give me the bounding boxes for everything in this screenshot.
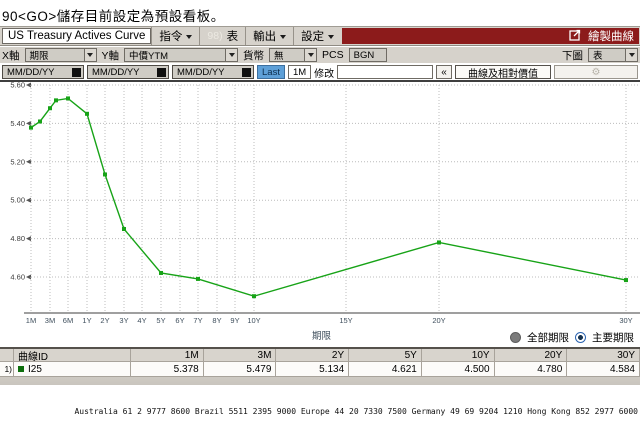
calendar-picker-icon[interactable] [72, 67, 81, 77]
chevron-down-icon [304, 49, 317, 61]
draw-curve-icon [569, 29, 581, 44]
main-toolbar: US Treasury Actives Curve 指令 98) 表 輸出 設定… [0, 26, 640, 46]
subchart-label: 下圖 [562, 49, 583, 62]
command-button[interactable]: 指令 [151, 27, 199, 45]
legend-label-major: 主要期限 [592, 332, 634, 344]
value-3m: 5.479 [203, 362, 277, 377]
svg-text:9Y: 9Y [230, 316, 239, 325]
bloomberg-footer: Australia 61 2 9777 8600 Brazil 5511 239… [50, 388, 638, 426]
table-header-20y: 20Y [494, 349, 568, 362]
last-button[interactable]: Last [257, 65, 285, 79]
pcs-field[interactable]: BGN [348, 48, 387, 62]
collapse-button[interactable]: « [436, 65, 452, 79]
tab-curve-relative-value[interactable]: 曲線及相對價值 [455, 65, 551, 80]
date-controls-row: MM/DD/YY MM/DD/YY MM/DD/YY Last 1M 修改 « … [0, 64, 640, 82]
table-button[interactable]: 98) 表 [199, 27, 245, 45]
svg-text:30Y: 30Y [619, 316, 632, 325]
svg-text:4.60: 4.60 [10, 273, 25, 282]
y-axis-label: Y軸 [101, 49, 120, 62]
gear-icon: ⚙ [591, 66, 601, 78]
pcs-label: PCS [322, 49, 344, 61]
value-20y: 4.780 [494, 362, 568, 377]
svg-text:6Y: 6Y [175, 316, 184, 325]
gear-button[interactable]: ⚙ [554, 65, 638, 79]
svg-text:4Y: 4Y [137, 316, 146, 325]
curve-id: I25 [28, 363, 42, 375]
svg-text:2Y: 2Y [100, 316, 109, 325]
svg-text:15Y: 15Y [339, 316, 352, 325]
date-input-3[interactable]: MM/DD/YY [172, 65, 254, 79]
table-header-curve-id: 曲線ID [14, 349, 131, 363]
footer-line-1: Australia 61 2 9777 8600 Brazil 5511 239… [74, 407, 638, 416]
svg-text:10Y: 10Y [247, 316, 260, 325]
chevron-down-icon [328, 34, 335, 39]
legend-label-all: 全部期限 [527, 332, 569, 344]
x-axis-label: X軸 [2, 49, 20, 62]
value-5y: 4.621 [349, 362, 422, 377]
chevron-down-icon [280, 34, 287, 39]
svg-text:1Y: 1Y [82, 316, 91, 325]
table-header-5y: 5Y [349, 349, 422, 362]
currency-label: 貨幣 [243, 49, 265, 62]
svg-text:20Y: 20Y [432, 316, 445, 325]
draw-curve-button[interactable]: 繪製曲線 [588, 28, 634, 44]
output-button[interactable]: 輸出 [245, 27, 293, 45]
subchart-select[interactable]: 表 [588, 48, 638, 62]
svg-text:5.20: 5.20 [10, 157, 25, 166]
svg-text:5.00: 5.00 [10, 196, 25, 205]
svg-text:4.80: 4.80 [10, 234, 25, 243]
currency-select[interactable]: 無 [269, 48, 318, 62]
value-30y: 4.584 [567, 362, 640, 377]
chevron-down-icon [186, 34, 193, 39]
curve-id-cell: I25 [14, 362, 131, 377]
row-number: 1) [0, 362, 14, 377]
date-input-1[interactable]: MM/DD/YY [2, 65, 84, 79]
value-1m: 5.378 [131, 362, 204, 377]
table-header-1m: 1M [131, 349, 204, 362]
date-input-2[interactable]: MM/DD/YY [87, 65, 169, 79]
table-header-row: 曲線ID 1M 3M 2Y 5Y 10Y 20Y 30Y [0, 349, 640, 363]
svg-text:1M: 1M [26, 316, 36, 325]
svg-text:5Y: 5Y [156, 316, 165, 325]
svg-text:3Y: 3Y [119, 316, 128, 325]
tenor-legend: 全部期限 主要期限 [510, 330, 634, 345]
chevron-down-icon [625, 49, 637, 61]
calendar-picker-icon[interactable] [157, 67, 166, 77]
x-axis-select[interactable]: 期限 [24, 48, 97, 62]
table-row[interactable]: 1) I25 5.378 5.479 5.134 4.621 4.500 4.7… [0, 362, 640, 377]
table-header-blank [0, 349, 14, 362]
svg-text:8Y: 8Y [212, 316, 221, 325]
table-header-30y: 30Y [567, 349, 640, 362]
period-button[interactable]: 1M [287, 65, 312, 79]
svg-text:7Y: 7Y [193, 316, 202, 325]
svg-text:6M: 6M [63, 316, 73, 325]
legend-radio-major[interactable] [575, 332, 586, 343]
svg-text:5.60: 5.60 [10, 82, 25, 90]
chart-area: 5.60 5.40 5.20 5.00 4.80 4.60 1M 3M 6M 1Y 2Y 3Y 4Y 5Y… [0, 82, 640, 347]
command-input-bar[interactable]: 繪製曲線 [342, 28, 639, 44]
legend-radio-all[interactable] [510, 332, 521, 343]
bloomberg-terminal-screen: 90<GO>儲存目前設定為預設看板。 US Treasury Actives C… [0, 0, 640, 426]
svg-text:5.40: 5.40 [10, 119, 25, 128]
table-header-2y: 2Y [276, 349, 350, 362]
curve-color-swatch [18, 366, 24, 372]
chevron-down-icon [83, 49, 96, 61]
modify-label: 修改 [314, 68, 335, 80]
curve-title-field[interactable]: US Treasury Actives Curve [2, 28, 152, 44]
table-header-3m: 3M [203, 349, 277, 362]
table-header-10y: 10Y [421, 349, 495, 362]
svg-text:期限: 期限 [312, 331, 332, 342]
settings-button[interactable]: 設定 [293, 27, 341, 45]
axis-controls-row: X軸 期限 Y軸 中價YTM 貨幣 無 PCS BGN 下圖 表 [0, 47, 640, 63]
calendar-picker-icon[interactable] [242, 67, 251, 77]
yield-curve-chart[interactable]: 5.60 5.40 5.20 5.00 4.80 4.60 1M 3M 6M 1Y 2Y 3Y 4Y 5Y… [0, 82, 640, 347]
curve-data-table: 曲線ID 1M 3M 2Y 5Y 10Y 20Y 30Y 1) I25 5.37… [0, 347, 640, 385]
value-10y: 4.500 [421, 362, 495, 377]
value-2y: 5.134 [276, 362, 350, 377]
y-axis-select[interactable]: 中價YTM [124, 48, 239, 62]
chevron-down-icon [225, 49, 238, 61]
status-message: 90<GO>儲存目前設定為預設看板。 [2, 9, 225, 24]
svg-text:3M: 3M [45, 316, 55, 325]
modify-input[interactable] [337, 65, 433, 79]
